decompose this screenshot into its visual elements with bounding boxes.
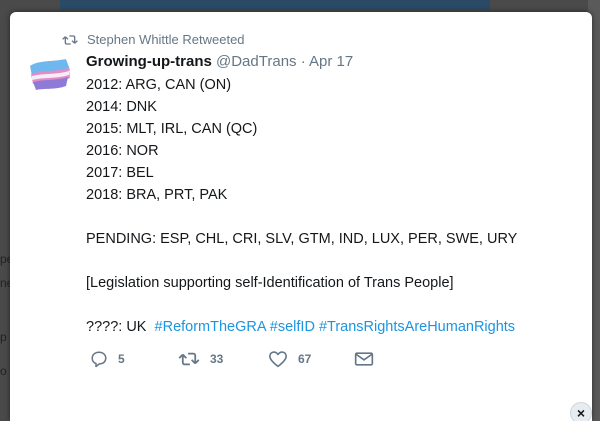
retweet-context-label: Stephen Whittle Retweeted [87, 32, 245, 47]
tweet-text: 2012: ARG, CAN (ON) 2014: DNK 2015: MLT,… [86, 74, 576, 338]
tweet-line: PENDING: ESP, CHL, CRI, SLV, GTM, IND, L… [86, 231, 518, 247]
background-header-strip [60, 0, 490, 10]
like-button[interactable]: 67 [268, 350, 354, 368]
tweet-header: Growing-up-trans @DadTrans · Apr 17 [86, 52, 576, 72]
heart-icon [269, 351, 287, 368]
header-separator: · [300, 53, 306, 70]
tweet-content: Growing-up-trans @DadTrans · Apr 17 2012… [86, 52, 576, 338]
hashtag-link[interactable]: #TransRightsAreHumanRights [319, 319, 515, 335]
tweet-line [86, 206, 576, 228]
like-count: 67 [298, 352, 312, 366]
author-handle[interactable]: @DadTrans [216, 53, 297, 70]
tweet-line: 2017: BEL [86, 165, 154, 181]
retweet-button[interactable]: 33 [178, 351, 268, 367]
tweet-line: 2015: MLT, IRL, CAN (QC) [86, 121, 258, 137]
reply-button[interactable]: 5 [90, 350, 178, 368]
tweet-line-prefix: ????: UK [86, 319, 147, 335]
tweet-line: 2018: BRA, PRT, PAK [86, 187, 228, 203]
tweet-last-line: ????: UK #ReformTheGRA #selfID #TransRig… [86, 316, 576, 338]
background-text-fragment: ne [0, 276, 10, 290]
author-name[interactable]: Growing-up-trans [86, 53, 212, 70]
avatar-image [26, 52, 72, 98]
close-icon: × [576, 405, 586, 421]
tweet-modal: Stephen Whittle Retweeted Growing-up-tra… [10, 12, 592, 421]
direct-message-button[interactable] [354, 351, 384, 367]
retweet-icon [62, 34, 78, 45]
tweet-line [86, 294, 576, 316]
background-text-fragment: pe [0, 252, 10, 266]
avatar[interactable] [26, 52, 72, 98]
tweet-line: [Legislation supporting self-Identificat… [86, 275, 454, 291]
tweet-line: 2014: DNK [86, 99, 157, 115]
retweet-count: 33 [210, 352, 224, 366]
tweet-line [86, 250, 576, 272]
retweet-context: Stephen Whittle Retweeted [62, 32, 245, 47]
hashtag-link[interactable]: #selfID [270, 319, 315, 335]
background-text-fragment: o [0, 364, 7, 378]
tweet-actions: 5 33 67 [90, 350, 384, 368]
envelope-icon [354, 352, 374, 366]
background-text-fragment: p [0, 330, 7, 344]
tweet-date[interactable]: Apr 17 [309, 53, 353, 70]
reply-icon [91, 351, 107, 368]
reply-count: 5 [118, 352, 125, 366]
hashtag-link[interactable]: #ReformTheGRA [155, 319, 266, 335]
tweet-line: 2016: NOR [86, 143, 159, 159]
retweet-icon [178, 352, 200, 366]
tweet-line: 2012: ARG, CAN (ON) [86, 77, 232, 93]
close-button[interactable]: × [570, 402, 592, 421]
